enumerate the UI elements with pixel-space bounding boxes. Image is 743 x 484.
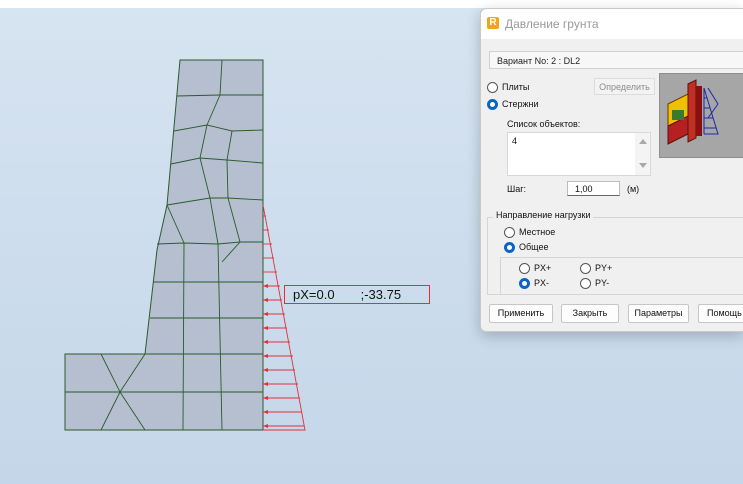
plates-radio[interactable] xyxy=(487,82,498,93)
px-plus-label: PX+ xyxy=(534,263,552,273)
global-label: Общее xyxy=(519,242,549,252)
px-minus-label: PX- xyxy=(534,278,550,288)
rods-radio[interactable] xyxy=(487,99,498,110)
parameters-button[interactable]: Параметры xyxy=(628,304,689,323)
scroll-down-icon[interactable] xyxy=(639,163,647,168)
soil-pressure-diagram xyxy=(262,204,306,431)
tooltip-value: ;-33.75 xyxy=(360,287,402,302)
py-plus-radio[interactable] xyxy=(580,263,591,274)
global-radio[interactable] xyxy=(504,242,515,253)
dialog-title: Давление грунта xyxy=(505,17,599,31)
soil-pressure-dialog: R Давление грунта Вариант No: 2 : DL2 Пл… xyxy=(480,8,743,332)
step-unit: (м) xyxy=(627,184,640,194)
objects-list-label: Список объектов: xyxy=(507,119,581,129)
pressure-arrowheads xyxy=(263,284,268,428)
objects-list-scrollbar[interactable] xyxy=(635,133,650,175)
dialog-titlebar[interactable]: R Давление грунта xyxy=(481,9,743,39)
step-label: Шаг: xyxy=(507,184,527,194)
objects-list-value: 4 xyxy=(512,136,518,146)
objects-list-input[interactable]: 4 xyxy=(507,132,651,176)
load-direction-title: Направление нагрузки xyxy=(493,210,594,220)
preview-image xyxy=(659,73,743,158)
local-radio[interactable] xyxy=(504,227,515,238)
py-minus-label: PY- xyxy=(595,278,610,288)
close-button[interactable]: Закрыть xyxy=(561,304,619,323)
step-input[interactable]: 1,00 xyxy=(567,181,620,196)
load-case-field: Вариант No: 2 : DL2 xyxy=(489,51,743,69)
py-plus-label: PY+ xyxy=(595,263,613,273)
value-tooltip: pX=0.0 ;-33.75 xyxy=(284,285,430,304)
wall-body xyxy=(64,59,264,431)
help-button[interactable]: Помощь xyxy=(698,304,743,323)
app-logo-icon: R xyxy=(487,17,499,29)
scroll-up-icon[interactable] xyxy=(639,139,647,144)
px-minus-radio[interactable] xyxy=(519,278,530,289)
define-button[interactable]: Определить xyxy=(594,78,655,95)
apply-button[interactable]: Применить xyxy=(489,304,553,323)
plates-label: Плиты xyxy=(502,82,530,92)
py-minus-radio[interactable] xyxy=(580,278,591,289)
tooltip-px: pX=0.0 xyxy=(293,287,335,302)
rods-label: Стержни xyxy=(502,99,539,109)
local-label: Местное xyxy=(519,227,556,237)
px-plus-radio[interactable] xyxy=(519,263,530,274)
wall-preview-icon xyxy=(660,74,743,157)
